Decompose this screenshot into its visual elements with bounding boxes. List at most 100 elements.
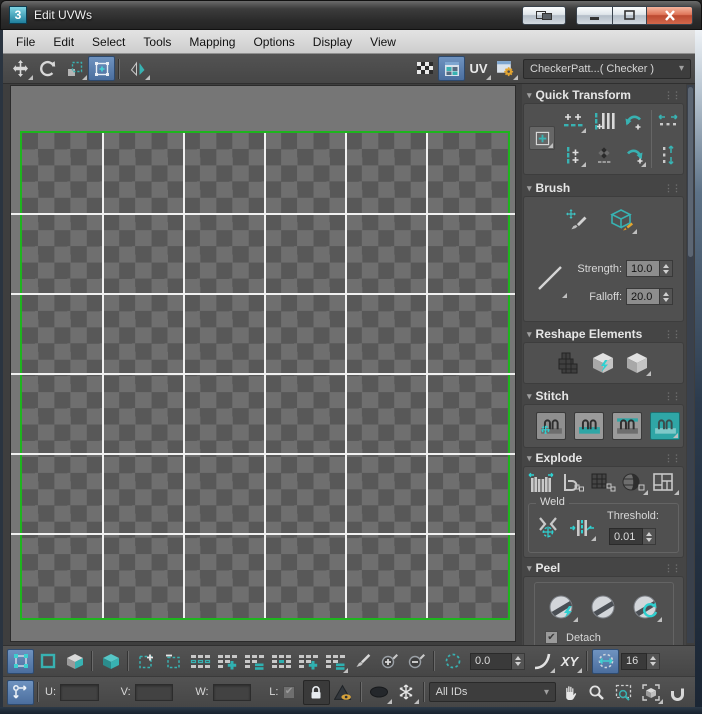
rotate-cw-button[interactable] (620, 142, 647, 168)
panel-scrollbar[interactable] (687, 85, 694, 643)
falloff-curve-button[interactable] (529, 649, 556, 674)
rotate-ccw-button[interactable] (620, 108, 647, 134)
minimize-button[interactable] (576, 5, 613, 25)
paint-select-add-button[interactable] (376, 649, 403, 674)
paint-size-spinner[interactable]: 16 (621, 652, 660, 670)
spinner-arrows-icon[interactable] (660, 260, 673, 277)
stitch-header[interactable]: ▾ Stitch ⋮⋮ (523, 388, 684, 404)
weld-selected-button[interactable] (567, 514, 597, 542)
move-button[interactable] (7, 56, 34, 81)
quick-transform-header[interactable]: ▾ Quick Transform ⋮⋮ (523, 87, 684, 103)
flatten-by-edge-button[interactable] (557, 470, 587, 496)
soft-selection-button[interactable] (439, 649, 466, 674)
shrink-selection-button[interactable] (160, 649, 187, 674)
align-tool-button[interactable] (529, 126, 555, 150)
vertex-subobject-button[interactable] (7, 648, 34, 674)
render-settings-button[interactable] (492, 56, 519, 81)
grow-ring-button[interactable] (214, 649, 241, 674)
grow-selection-button[interactable] (133, 649, 160, 674)
explode-header[interactable]: ▾ Explode ⋮⋮ (523, 450, 684, 466)
stitch-average-button[interactable] (612, 412, 642, 440)
loop-select-button[interactable] (268, 649, 295, 674)
threshold-value[interactable]: 0.01 (609, 528, 643, 545)
hide-button[interactable] (366, 680, 393, 705)
flatten-custom-button[interactable] (650, 470, 680, 496)
stitch-custom-button[interactable] (536, 412, 566, 440)
relax-brush-button[interactable] (606, 205, 638, 235)
stitch-target-button[interactable] (650, 412, 680, 440)
reset-peel-button[interactable] (629, 591, 663, 623)
threshold-spinner[interactable]: 0.01 (609, 528, 656, 545)
brush-header[interactable]: ▾ Brush ⋮⋮ (523, 180, 684, 196)
close-button[interactable] (647, 5, 693, 25)
zoom-button[interactable] (583, 680, 610, 705)
lock-selection-button[interactable] (302, 679, 330, 705)
ring-select-button[interactable] (187, 649, 214, 674)
flatten-by-smoothing-button[interactable] (588, 470, 618, 496)
show-map-button[interactable] (438, 56, 465, 81)
scale-button[interactable] (61, 56, 88, 81)
straighten-selection-button[interactable] (554, 349, 584, 377)
uv-canvas[interactable] (10, 85, 516, 642)
v-field[interactable] (134, 683, 174, 701)
target-weld-button[interactable] (533, 514, 563, 542)
reshape-elements-header[interactable]: ▾ Reshape Elements ⋮⋮ (523, 326, 684, 342)
soft-selection-spinner[interactable]: 0.0 (470, 652, 525, 670)
menu-display[interactable]: Display (304, 32, 361, 52)
move-brush-button[interactable] (560, 205, 592, 235)
polygon-subobject-button[interactable] (61, 649, 88, 674)
freeze-button[interactable] (393, 680, 420, 705)
flatten-by-material-button[interactable] (619, 470, 649, 496)
shrink-loop-button[interactable] (322, 649, 349, 674)
strength-spinner[interactable]: 10.0 (626, 260, 673, 277)
paint-soft-selection-button[interactable] (592, 648, 619, 674)
texture-selector-dropdown[interactable]: CheckerPatt...( Checker ) ▾ (523, 58, 691, 79)
align-elements-button[interactable] (560, 142, 587, 168)
falloff-space-button[interactable]: XY (556, 649, 583, 674)
mirror-button[interactable] (124, 56, 151, 81)
menu-edit[interactable]: Edit (44, 32, 83, 52)
menu-view[interactable]: View (361, 32, 405, 52)
spinner-arrows-icon[interactable] (643, 528, 656, 545)
align-vertical-button[interactable] (590, 108, 617, 134)
soft-selection-value[interactable]: 0.0 (470, 652, 512, 670)
menu-file[interactable]: File (7, 32, 44, 52)
menu-mapping[interactable]: Mapping (180, 32, 244, 52)
relax-fast-button[interactable] (588, 349, 618, 377)
relax-button[interactable] (622, 349, 652, 377)
menu-select[interactable]: Select (83, 32, 134, 52)
grow-loop-button[interactable] (295, 649, 322, 674)
menu-options[interactable]: Options (244, 32, 303, 52)
space-vertical-button[interactable] (654, 142, 681, 168)
falloff-spinner[interactable]: 20.0 (626, 288, 673, 305)
break-button[interactable] (526, 470, 556, 496)
strength-value[interactable]: 10.0 (626, 260, 660, 277)
space-horizontal-button[interactable] (654, 108, 681, 134)
peel-mode-button[interactable] (587, 591, 621, 623)
w-field[interactable] (212, 683, 252, 701)
rotate-button[interactable] (34, 56, 61, 81)
checker-pattern-button[interactable] (411, 56, 438, 81)
pan-button[interactable] (556, 680, 583, 705)
quick-peel-button[interactable] (545, 591, 579, 623)
spinner-arrows-icon[interactable] (660, 288, 673, 305)
falloff-type-button[interactable] (532, 257, 568, 299)
zoom-region-button[interactable] (610, 680, 637, 705)
align-horizontal-button[interactable] (560, 108, 587, 134)
snap-magnet-button[interactable] (664, 680, 691, 705)
panel-scrollbar-thumb[interactable] (688, 87, 693, 257)
absolute-offset-toggle[interactable] (7, 679, 34, 705)
shrink-ring-button[interactable] (241, 649, 268, 674)
filter-selected-faces-button[interactable] (330, 680, 357, 705)
lock-aspect-checkbox[interactable]: ✔ (283, 685, 295, 699)
material-id-dropdown[interactable]: All IDs ▾ (428, 682, 556, 702)
detach-checkbox[interactable]: ✔ (545, 631, 558, 644)
paint-select-button[interactable] (349, 649, 376, 674)
paint-select-subtract-button[interactable] (403, 649, 430, 674)
peel-header[interactable]: ▾ Peel ⋮⋮ (523, 560, 684, 576)
element-toggle-button[interactable] (97, 649, 124, 674)
dock-window-button[interactable] (522, 5, 566, 25)
falloff-value[interactable]: 20.0 (626, 288, 660, 305)
uv-options-button[interactable]: UV (465, 56, 492, 81)
u-field[interactable] (60, 683, 99, 701)
